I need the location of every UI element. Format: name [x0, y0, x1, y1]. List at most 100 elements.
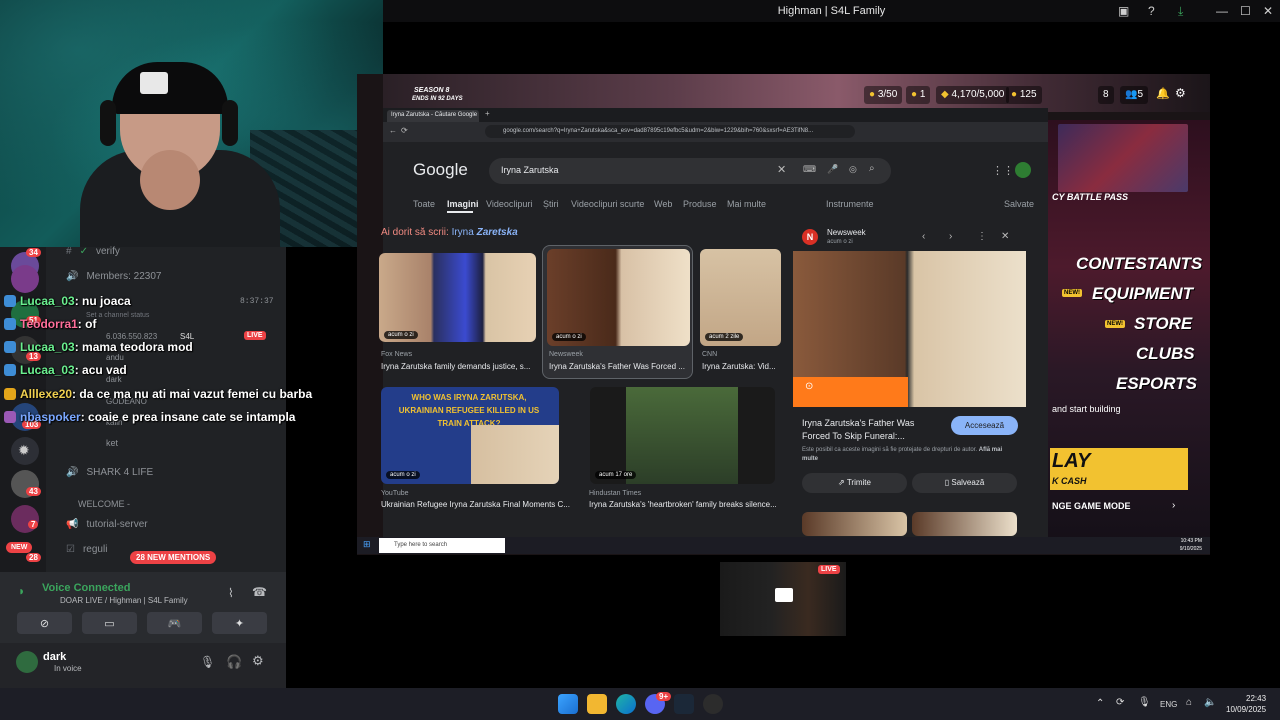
menu-contestants[interactable]: CONTESTANTS	[1076, 254, 1202, 274]
search-box[interactable]: Iryna Zarutska ✕ ⌨ 🎤 ◎ ⌕	[489, 158, 891, 184]
google-logo[interactable]: Google	[413, 160, 468, 180]
maximize-icon[interactable]: ☐	[1240, 4, 1251, 18]
address-bar[interactable]: google.com/search?q=Iryna+Zarutska&sca_e…	[485, 125, 855, 138]
menu-clubs[interactable]: CLUBS	[1136, 344, 1195, 364]
download-icon[interactable]: ⤓	[1178, 4, 1183, 19]
menu-equipment[interactable]: EQUIPMENT	[1092, 284, 1193, 304]
close-icon[interactable]: ✕	[1263, 4, 1273, 18]
channel-verify[interactable]: # ✓ verify	[66, 246, 120, 257]
channel-tutorial[interactable]: 📢 tutorial-server	[66, 519, 148, 530]
channel-reguli[interactable]: ☑ reguli	[66, 544, 107, 555]
camera-button[interactable]: ⊘	[17, 612, 72, 634]
category-welcome[interactable]: WELCOME -	[78, 499, 130, 509]
prev-arrow-icon[interactable]: ‹	[922, 231, 925, 242]
related-image[interactable]	[802, 512, 907, 536]
tab-images[interactable]: Imagini	[447, 199, 479, 209]
play-banner[interactable]: LAY K CASH	[1050, 448, 1188, 490]
noise-suppression-icon[interactable]: ⌇	[228, 586, 234, 600]
result-image[interactable]: acum o zi	[547, 249, 690, 346]
picture-in-picture-icon[interactable]: ▣	[1118, 4, 1129, 18]
server-icon[interactable]	[11, 265, 39, 293]
steam-icon[interactable]	[674, 694, 694, 714]
settings-gear-icon[interactable]: ⚙	[252, 653, 264, 669]
chrome-tab[interactable]: Iryna Zarutska - Căutare Google	[387, 110, 479, 122]
tab-news[interactable]: Știri	[543, 199, 559, 209]
headphones-icon[interactable]: 🎧	[226, 654, 242, 670]
channel-members[interactable]: 🔊 Members: 22307	[66, 271, 162, 282]
result-image[interactable]: WHO WAS IRYNA ZARUTSKA, UKRAINIAN REFUGE…	[381, 387, 559, 484]
reload-icon[interactable]: ⟳	[401, 126, 408, 135]
menu-esports[interactable]: ESPORTS	[1116, 374, 1197, 394]
close-preview-icon[interactable]: ✕	[1001, 231, 1009, 242]
activity-button[interactable]: 🎮	[147, 612, 202, 634]
language-indicator[interactable]: ENG	[1160, 700, 1177, 709]
tab-more[interactable]: Mai multe	[727, 199, 766, 209]
result-caption[interactable]: Iryna Zarutska's 'heartbroken' family br…	[589, 500, 779, 509]
keyboard-icon[interactable]: ⌨	[803, 164, 816, 175]
result-image[interactable]: acum 2 zile	[700, 249, 781, 346]
game-settings-icon[interactable]: ⚙	[1175, 86, 1186, 100]
preview-title[interactable]: Iryna Zarutska's Father Was Forced To Sk…	[802, 417, 942, 443]
mic-icon[interactable]: 🎙	[1138, 697, 1151, 708]
related-image[interactable]	[912, 512, 1017, 536]
result-image[interactable]: acum o zi	[379, 253, 536, 342]
system-clock[interactable]: 22:43 10/09/2025	[1226, 693, 1266, 715]
avatar[interactable]	[16, 651, 38, 673]
search-icon[interactable]: ⌕	[869, 163, 875, 174]
soundboard-button[interactable]: ✦	[212, 612, 267, 634]
preview-image[interactable]: ⊙	[793, 251, 1026, 407]
back-icon[interactable]: ←	[389, 126, 397, 135]
share-button[interactable]: ⇗ Trimite	[802, 473, 907, 493]
minimize-icon[interactable]: —	[1216, 4, 1228, 18]
avatar[interactable]	[1015, 162, 1031, 178]
clear-icon[interactable]: ✕	[777, 163, 786, 176]
notification-bell-icon[interactable]: 🔔	[1156, 87, 1170, 100]
tab-web[interactable]: Web	[654, 199, 672, 209]
mic-icon[interactable]: 🎤	[827, 164, 838, 175]
server-icon[interactable]: ✹	[11, 437, 39, 465]
more-options-icon[interactable]: ⋮	[977, 231, 987, 242]
result-caption[interactable]: Iryna Zarutska's Father Was Forced ...	[549, 362, 689, 371]
tray-chevron-icon[interactable]: ⌃	[1096, 698, 1104, 709]
battle-pass-label[interactable]: CY BATTLE PASS	[1052, 192, 1128, 202]
new-mentions-pill[interactable]: 28 NEW MENTIONS	[130, 551, 217, 564]
microphone-icon[interactable]: 🎙	[200, 655, 215, 669]
saved-button[interactable]: Salvate	[1004, 199, 1034, 209]
result-caption[interactable]: Ukrainian Refugee Iryna Zarutska Final M…	[381, 500, 571, 509]
lens-icon[interactable]: ◎	[849, 164, 857, 175]
disconnect-icon[interactable]: ☎	[252, 585, 267, 599]
change-mode-button[interactable]: NGE GAME MODE	[1052, 501, 1131, 511]
result-image[interactable]: acum 17 ore	[590, 387, 775, 484]
screen-share-button[interactable]: ▭	[82, 612, 137, 634]
windows-start-icon[interactable]	[558, 694, 578, 714]
new-tab-icon[interactable]: +	[485, 109, 490, 118]
suggestion-link[interactable]: Iryna	[452, 227, 474, 238]
sync-icon[interactable]: ⟳	[1116, 697, 1124, 708]
save-button[interactable]: ▯ Salvează	[912, 473, 1017, 493]
tab-products[interactable]: Produse	[683, 199, 717, 209]
voice-user[interactable]: andu	[106, 353, 124, 362]
tab-videos[interactable]: Videoclipuri	[486, 199, 532, 209]
edge-icon[interactable]	[616, 694, 636, 714]
help-icon[interactable]: ?	[1148, 4, 1155, 18]
menu-store[interactable]: STORE	[1134, 314, 1192, 334]
file-explorer-icon[interactable]	[587, 694, 607, 714]
tab-all[interactable]: Toate	[413, 199, 435, 209]
voice-user[interactable]: ket	[106, 438, 118, 448]
volume-icon[interactable]: 🔈	[1204, 697, 1216, 708]
channel-shark[interactable]: 🔊 SHARK 4 LIFE	[66, 467, 153, 478]
stream-mini-preview[interactable]: LIVE	[720, 562, 846, 636]
result-caption[interactable]: Iryna Zarutska: Vid...	[702, 362, 780, 371]
visit-button[interactable]: Accesează	[951, 416, 1018, 435]
apps-grid-icon[interactable]: ⋮⋮	[992, 164, 1014, 177]
network-icon[interactable]: ⌂	[1186, 697, 1192, 708]
tools-button[interactable]: Instrumente	[826, 199, 874, 209]
obs-icon[interactable]	[703, 694, 723, 714]
preview-source[interactable]: Newsweek	[827, 228, 866, 237]
result-caption[interactable]: Iryna Zarutska family demands justice, s…	[381, 362, 536, 371]
tab-short-videos[interactable]: Videoclipuri scurte	[571, 199, 644, 209]
suggestion-link-bold[interactable]: Zaretska	[477, 227, 518, 238]
voice-channel[interactable]: DOAR LIVE / Highman | S4L Family	[60, 596, 188, 605]
lens-search-icon[interactable]: ⊙	[805, 381, 813, 392]
next-arrow-icon[interactable]: ›	[949, 231, 952, 242]
